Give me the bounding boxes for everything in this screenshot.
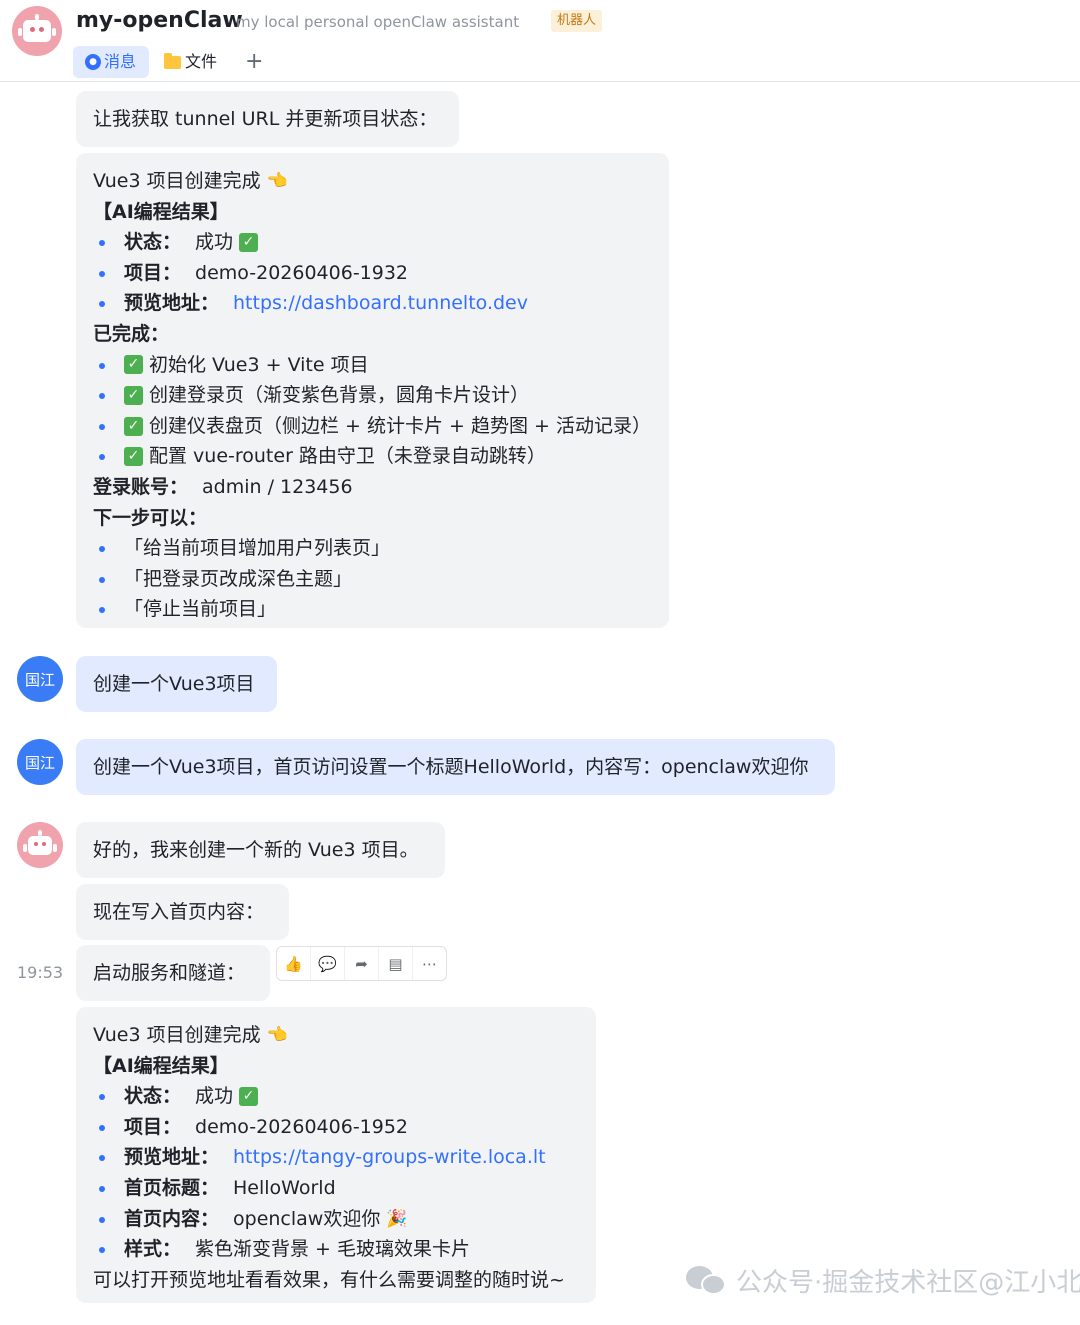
done-item: 创建登录页（渐变紫色背景，圆角卡片设计） bbox=[149, 384, 530, 407]
bot-avatar[interactable] bbox=[12, 6, 62, 56]
tab-files-label: 文件 bbox=[185, 52, 218, 71]
status-label: 状态： bbox=[124, 1085, 182, 1108]
message-bubble[interactable]: 启动服务和隧道： bbox=[76, 945, 270, 1001]
preview-link[interactable]: https://tangy-groups-write.loca.lt bbox=[233, 1142, 546, 1173]
thumbs-up-icon[interactable]: 👍 bbox=[277, 947, 311, 980]
project-value: demo-20260406-1952 bbox=[195, 1115, 409, 1138]
status-label: 状态： bbox=[124, 231, 182, 254]
chat-bubble-icon: ● bbox=[85, 54, 101, 70]
account-value: admin / 123456 bbox=[202, 475, 353, 498]
message-text: 现在写入首页内容： bbox=[93, 901, 265, 923]
bot-avatar[interactable] bbox=[17, 822, 63, 868]
forward-icon[interactable]: ➦ bbox=[345, 947, 379, 980]
preview-link[interactable]: https://dashboard.tunnelto.dev bbox=[233, 288, 528, 319]
robot-icon bbox=[23, 829, 57, 855]
more-icon[interactable]: ⋯ bbox=[413, 947, 446, 980]
tab-messages[interactable]: ● 消息 bbox=[73, 46, 149, 78]
user-avatar[interactable]: 国江 bbox=[17, 656, 63, 702]
project-label: 项目： bbox=[124, 1115, 182, 1138]
homepage-title-value: HelloWorld bbox=[233, 1176, 336, 1199]
next-item: 「停止当前项目」 bbox=[93, 594, 652, 625]
point-left-icon: 👈 bbox=[266, 171, 288, 191]
result-card[interactable]: Vue3 项目创建完成 👈 【AI编程结果】 状态： 成功 ✓ 项目： demo-202… bbox=[76, 1007, 596, 1303]
check-icon: ✓ bbox=[239, 232, 259, 252]
status-value: 成功 bbox=[195, 1085, 234, 1108]
status-value: 成功 bbox=[195, 231, 234, 254]
done-item: 初始化 Vue3 + Vite 项目 bbox=[149, 353, 369, 376]
done-item: 配置 vue-router 路由守卫（未登录自动跳转） bbox=[149, 445, 546, 468]
chat-title[interactable]: my-openClaw bbox=[76, 8, 243, 33]
message-text: 创建一个Vue3项目 bbox=[93, 673, 255, 695]
message-bubble[interactable]: 现在写入首页内容： bbox=[76, 884, 289, 940]
add-tab-button[interactable]: + bbox=[245, 46, 263, 78]
user-avatar[interactable]: 国江 bbox=[17, 739, 63, 785]
chat-header: my-openClaw my local personal openClaw a… bbox=[0, 0, 1080, 82]
point-left-icon: 👈 bbox=[266, 1025, 288, 1045]
project-value: demo-20260406-1932 bbox=[195, 261, 409, 284]
next-item: 「把登录页改成深色主题」 bbox=[93, 564, 652, 595]
check-icon: ✓ bbox=[124, 355, 143, 375]
message-bubble[interactable]: 好的，我来创建一个新的 Vue3 项目。 bbox=[76, 822, 445, 878]
tab-files[interactable]: 文件 bbox=[164, 46, 217, 78]
homepage-content-value: openclaw欢迎你 bbox=[233, 1207, 381, 1230]
next-item: 「给当前项目增加用户列表页」 bbox=[93, 533, 652, 564]
folder-icon bbox=[164, 52, 181, 69]
message-timestamp: 19:53 bbox=[17, 963, 64, 982]
project-label: 项目： bbox=[124, 261, 182, 284]
check-icon: ✓ bbox=[124, 385, 143, 405]
card-footer: 可以打开预览地址看看效果，有什么需要调整的随时说~ bbox=[93, 1268, 565, 1291]
next-label: 下一步可以： bbox=[93, 506, 208, 529]
preview-label: 预览地址： bbox=[124, 292, 220, 315]
homepage-content-label: 首页内容： bbox=[124, 1207, 220, 1230]
message-text: 让我获取 tunnel URL 并更新项目状态： bbox=[93, 108, 438, 130]
card-section: 【AI编程结果】 bbox=[93, 1054, 229, 1077]
robot-icon bbox=[18, 14, 56, 42]
account-label: 登录账号： bbox=[93, 475, 189, 498]
pin-icon[interactable]: ▤ bbox=[379, 947, 413, 980]
message-text: 好的，我来创建一个新的 Vue3 项目。 bbox=[93, 839, 419, 861]
check-icon: ✓ bbox=[124, 447, 143, 467]
done-label: 已完成： bbox=[93, 322, 170, 345]
tab-messages-label: 消息 bbox=[104, 52, 137, 71]
party-popper-icon: 🎉 bbox=[386, 1208, 408, 1229]
message-text: 创建一个Vue3项目，首页访问设置一个标题HelloWorld，内容写：open… bbox=[93, 756, 809, 778]
check-icon: ✓ bbox=[124, 416, 143, 436]
style-value: 紫色渐变背景 + 毛玻璃效果卡片 bbox=[195, 1238, 471, 1261]
card-section: 【AI编程结果】 bbox=[93, 200, 229, 223]
bot-badge: 机器人 bbox=[551, 10, 603, 32]
message-actions-toolbar: 👍 💬 ➦ ▤ ⋯ bbox=[276, 946, 447, 981]
watermark-text: 公众号·掘金技术社区@江小北 bbox=[736, 1267, 1080, 1298]
card-title: Vue3 项目创建完成 bbox=[93, 170, 261, 192]
card-title: Vue3 项目创建完成 bbox=[93, 1024, 261, 1046]
result-card[interactable]: Vue3 项目创建完成 👈 【AI编程结果】 状态： 成功 ✓ 项目： demo-202… bbox=[76, 153, 669, 628]
done-item: 创建仪表盘页（侧边栏 + 统计卡片 + 趋势图 + 活动记录） bbox=[149, 414, 651, 437]
homepage-title-label: 首页标题： bbox=[124, 1176, 220, 1199]
check-icon: ✓ bbox=[239, 1086, 259, 1106]
reply-icon[interactable]: 💬 bbox=[311, 947, 345, 980]
user-message-bubble[interactable]: 创建一个Vue3项目 bbox=[76, 656, 277, 712]
watermark: 公众号·掘金技术社区@江小北 bbox=[686, 1260, 1080, 1300]
message-text: 启动服务和隧道： bbox=[93, 962, 246, 984]
preview-label: 预览地址： bbox=[124, 1146, 220, 1169]
user-message-bubble[interactable]: 创建一个Vue3项目，首页访问设置一个标题HelloWorld，内容写：open… bbox=[76, 739, 835, 795]
style-label: 样式： bbox=[124, 1238, 182, 1261]
chat-subtitle: my local personal openClaw assistant bbox=[236, 13, 520, 31]
wechat-icon bbox=[686, 1263, 728, 1297]
message-bubble[interactable]: 让我获取 tunnel URL 并更新项目状态： bbox=[76, 91, 459, 147]
